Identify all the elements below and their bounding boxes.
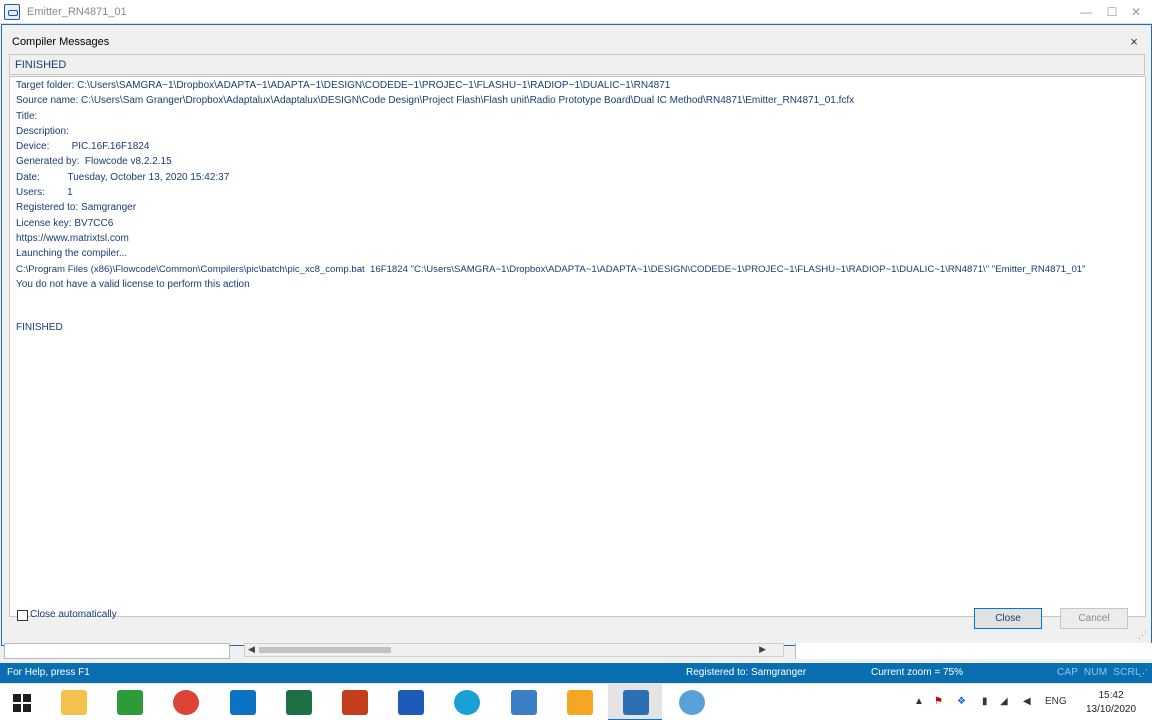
close-automatically-label[interactable]: Close automatically xyxy=(30,609,117,620)
chrome-icon xyxy=(173,690,199,715)
file-explorer-icon xyxy=(61,690,87,715)
dialog-close-icon[interactable]: × xyxy=(1125,33,1143,51)
compile-status-text: FINISHED xyxy=(15,59,67,71)
dialog-title: Compiler Messages xyxy=(12,36,110,48)
taskbar-powerpoint-button[interactable] xyxy=(327,684,381,720)
underlying-panels: ◀ ▶ xyxy=(0,643,1152,663)
output-line: Device: PIC.16F.16F1824 xyxy=(16,141,150,153)
dropbox-icon[interactable]: ❖ xyxy=(957,696,966,707)
registered-to: Registered to: Samgranger xyxy=(686,667,807,678)
mail-icon xyxy=(230,690,256,715)
output-line: Target folder: C:\Users\SAMGRA~1\Dropbox… xyxy=(16,80,671,91)
help-hint: For Help, press F1 xyxy=(7,667,90,678)
word-icon xyxy=(398,690,424,715)
output-finished-line: FINISHED xyxy=(16,322,63,333)
language-indicator[interactable]: ENG xyxy=(1045,696,1067,707)
compiler-output-lines: Target folder: C:\Users\SAMGRA~1\Dropbox… xyxy=(16,78,1141,292)
app-titlebar: Emitter_RN4871_01 — ☐ ✕ xyxy=(0,0,1152,24)
compiler-messages-dialog: Compiler Messages × FINISHED Target fold… xyxy=(1,24,1152,646)
minimize-button[interactable]: — xyxy=(1074,2,1098,22)
taskbar-edge-button[interactable] xyxy=(439,684,493,720)
windows-logo-icon xyxy=(13,694,31,712)
presentation-app-icon xyxy=(567,690,593,715)
output-line: https://www.matrixtsl.com xyxy=(16,232,129,244)
cancel-button[interactable]: Cancel xyxy=(1060,608,1128,629)
scroll-left-icon[interactable]: ◀ xyxy=(248,644,255,655)
flowcode-icon xyxy=(623,690,649,715)
taskbar-word-button[interactable] xyxy=(383,684,437,720)
taskbar-presentation-app-button[interactable] xyxy=(552,684,606,720)
output-line: Users: 1 xyxy=(16,187,73,199)
maximize-button[interactable]: ☐ xyxy=(1100,2,1124,22)
volume-icon[interactable]: ◀ xyxy=(1023,696,1031,707)
output-line: Date: Tuesday, October 13, 2020 15:42:37 xyxy=(16,171,230,183)
flowcode-app-icon[interactable] xyxy=(4,4,20,20)
edge-icon xyxy=(454,690,480,715)
key-indicators: CAP NUM SCRL xyxy=(1057,667,1141,678)
resize-grip-icon[interactable]: ⋰ xyxy=(1138,630,1147,641)
taskbar-microsoft-store-button[interactable] xyxy=(102,684,156,720)
taskbar-flowcode-button[interactable] xyxy=(608,684,662,720)
compiler-output-textbox[interactable]: Target folder: C:\Users\SAMGRA~1\Dropbox… xyxy=(9,76,1146,617)
taskbar-excel-button[interactable] xyxy=(271,684,325,720)
paint-icon xyxy=(679,690,705,715)
taskbar-file-explorer-button[interactable] xyxy=(46,684,100,720)
window-title: Emitter_RN4871_01 xyxy=(27,6,127,18)
output-line: Description: xyxy=(16,125,69,137)
statusbar-grip-icon: ⋰ xyxy=(1139,668,1148,678)
window-close-button[interactable]: ✕ xyxy=(1124,2,1148,22)
horizontal-scrollbar[interactable]: ◀ ▶ xyxy=(244,643,784,657)
clock-date: 13/10/2020 xyxy=(1085,704,1137,715)
output-line: Title: xyxy=(16,110,38,122)
scroll-right-icon[interactable]: ▶ xyxy=(759,644,766,655)
powerpoint-icon xyxy=(342,690,368,715)
output-line: Registered to: Samgranger xyxy=(16,202,137,214)
output-line: C:\Program Files (x86)\Flowcode\Common\C… xyxy=(16,263,1086,275)
output-line: License key: BV7CC6 xyxy=(16,217,114,229)
right-panel xyxy=(795,643,1152,659)
output-line: You do not have a valid license to perfo… xyxy=(16,278,250,290)
taskbar-paint-button[interactable] xyxy=(664,684,718,720)
system-tray: ▲ ⚑ ❖ ▮ ◢ ◀ ENG 15:42 13/10/2020 xyxy=(905,684,1152,720)
control-panel-icon xyxy=(511,690,537,715)
output-line: Launching the compiler... xyxy=(16,248,128,260)
wifi-icon[interactable]: ◢ xyxy=(1000,696,1008,707)
show-hidden-icons-icon[interactable]: ▲ xyxy=(914,696,924,707)
clock[interactable]: 15:42 13/10/2020 xyxy=(1082,689,1140,717)
flag-alert-icon[interactable]: ⚑ xyxy=(934,696,943,707)
checkbox-square[interactable] xyxy=(17,610,28,621)
taskbar-mail-button[interactable] xyxy=(215,684,269,720)
windows-taskbar: ▲ ⚑ ❖ ▮ ◢ ◀ ENG 15:42 13/10/2020 xyxy=(0,683,1152,720)
scroll-thumb[interactable] xyxy=(259,647,391,653)
compile-status-field: FINISHED xyxy=(9,54,1145,75)
excel-icon xyxy=(286,690,312,715)
taskbar-control-panel-button[interactable] xyxy=(496,684,550,720)
close-button[interactable]: Close xyxy=(974,608,1042,629)
zoom-level: Current zoom = 75% xyxy=(871,667,963,678)
output-line: Source name: C:\Users\Sam Granger\Dropbo… xyxy=(16,95,855,107)
microsoft-store-icon xyxy=(117,690,143,715)
start-button[interactable] xyxy=(0,684,46,720)
output-line: Generated by: Flowcode v8.2.2.15 xyxy=(16,156,172,168)
battery-icon[interactable]: ▮ xyxy=(982,696,988,707)
status-bar: For Help, press F1 Registered to: Samgra… xyxy=(0,663,1152,683)
taskbar-chrome-button[interactable] xyxy=(158,684,212,720)
clock-time: 15:42 xyxy=(1098,690,1124,701)
left-panel xyxy=(4,643,230,659)
